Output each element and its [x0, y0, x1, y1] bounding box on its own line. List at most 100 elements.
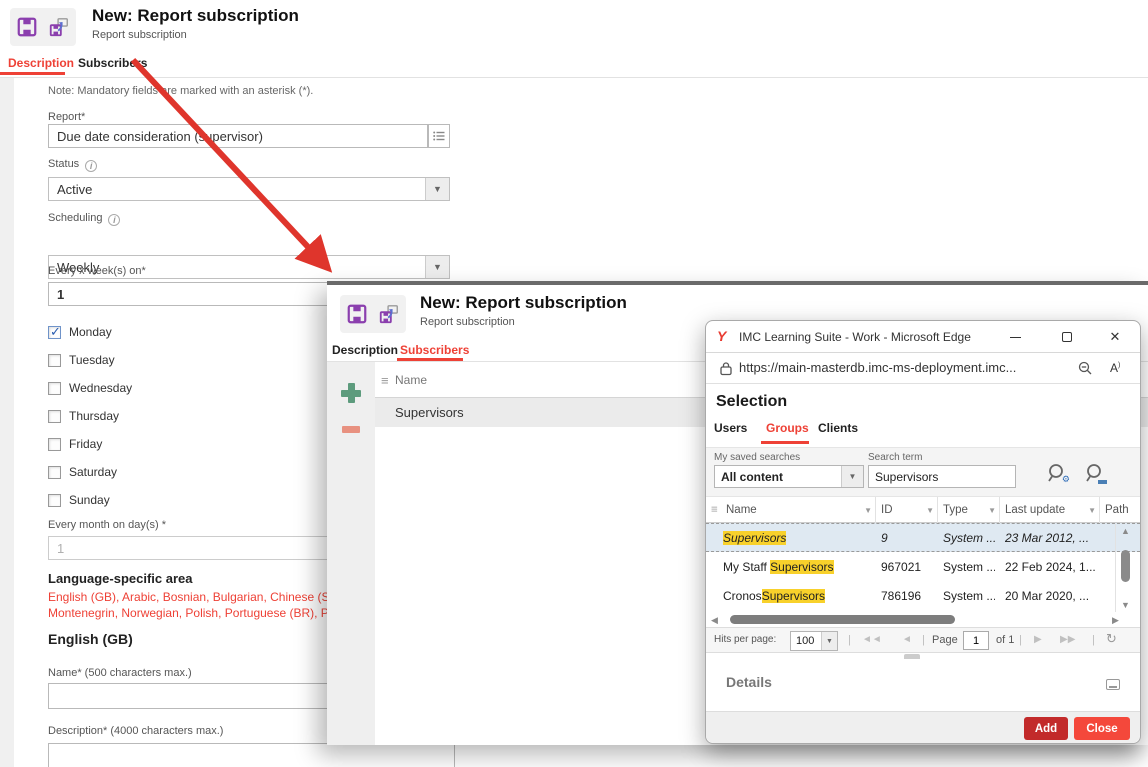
- search-panel: My saved searches All content ▼ Search t…: [706, 447, 1140, 497]
- column-type[interactable]: Type▼: [938, 497, 1000, 523]
- column-path[interactable]: Path: [1100, 497, 1140, 523]
- language-links-line2[interactable]: Montenegrin, Norwegian, Polish, Portugue…: [48, 606, 349, 620]
- report-picker-button[interactable]: [428, 124, 450, 148]
- column-id[interactable]: ID▼: [876, 497, 938, 523]
- first-page-button[interactable]: ◄◄: [862, 634, 882, 645]
- checkbox-thursday[interactable]: Thursday: [48, 408, 119, 424]
- scheduling-info-icon[interactable]: i: [108, 214, 120, 226]
- day-label: Wednesday: [69, 381, 132, 395]
- wednesday-checkbox[interactable]: [48, 382, 61, 395]
- report-input[interactable]: [48, 124, 428, 148]
- scroll-up-icon[interactable]: ▲: [1121, 526, 1130, 536]
- collapse-details-icon[interactable]: [1106, 679, 1120, 690]
- tab-groups[interactable]: Groups: [766, 421, 809, 435]
- previous-page-button[interactable]: ◄: [902, 634, 912, 645]
- save-button[interactable]: [346, 303, 368, 325]
- horizontal-scrollbar[interactable]: ◀ ▶: [706, 613, 1140, 627]
- next-page-button[interactable]: ▶: [1034, 634, 1042, 645]
- filter-icon[interactable]: ▼: [1088, 506, 1096, 515]
- table-header: ≡ Name▼ ID▼ Type▼ Last update▼ Path: [706, 497, 1140, 523]
- search-term-input[interactable]: [868, 465, 1016, 488]
- tab-subscribers[interactable]: Subscribers: [78, 56, 147, 70]
- scroll-left-icon[interactable]: ◀: [711, 615, 718, 626]
- address-bar[interactable]: https://main-masterdb.imc-ms-deployment.…: [706, 353, 1140, 384]
- chevron-down-icon[interactable]: ▼: [425, 256, 449, 278]
- separator: |: [1019, 634, 1022, 646]
- checkbox-monday[interactable]: Monday: [48, 324, 112, 340]
- scheduling-label: Schedulingi: [48, 212, 120, 226]
- screen: New: Report subscription Report subscrip…: [0, 0, 1148, 767]
- splitter-handle[interactable]: [904, 654, 920, 659]
- day-label: Saturday: [69, 465, 117, 479]
- checkbox-friday[interactable]: Friday: [48, 436, 102, 452]
- read-aloud-icon[interactable]: A): [1110, 361, 1120, 375]
- chevron-down-icon[interactable]: ▼: [425, 178, 449, 200]
- url-text[interactable]: https://main-masterdb.imc-ms-deployment.…: [739, 360, 1016, 375]
- tab-users[interactable]: Users: [714, 421, 747, 435]
- table-row[interactable]: Supervisors 9 System ... 23 Mar 2012, ..…: [706, 523, 1140, 552]
- friday-checkbox[interactable]: [48, 438, 61, 451]
- tab-subscribers[interactable]: Subscribers: [400, 343, 469, 357]
- description-textarea[interactable]: [48, 743, 455, 767]
- column-name[interactable]: Name▼: [721, 497, 876, 523]
- maximize-button[interactable]: [1058, 329, 1076, 345]
- last-page-button[interactable]: ▶▶: [1060, 634, 1075, 645]
- filter-icon[interactable]: ▼: [864, 506, 872, 515]
- chevron-down-icon[interactable]: ▼: [841, 466, 863, 487]
- hits-per-page-select[interactable]: 100 ▼: [790, 631, 838, 651]
- selection-heading: Selection: [716, 393, 787, 411]
- minimize-button[interactable]: [1006, 329, 1024, 345]
- status-select[interactable]: Active ▼: [48, 177, 450, 201]
- name-column-header[interactable]: Name: [395, 373, 427, 387]
- save-and-close-button[interactable]: [378, 303, 400, 325]
- column-last-update[interactable]: Last update▼: [1000, 497, 1100, 523]
- checkbox-wednesday[interactable]: Wednesday: [48, 380, 132, 396]
- status-info-icon[interactable]: i: [85, 160, 97, 172]
- header-action-bar: [340, 295, 406, 333]
- table-row[interactable]: CronosSupervisors 786196 System ... 20 M…: [706, 582, 1140, 611]
- remove-subscriber-icon[interactable]: [342, 426, 360, 433]
- filter-icon[interactable]: ▼: [988, 506, 996, 515]
- maximize-icon: [1062, 332, 1072, 342]
- add-subscriber-icon[interactable]: [341, 383, 361, 403]
- day-label: Tuesday: [69, 353, 115, 367]
- language-links-line1[interactable]: English (GB), Arabic, Bosnian, Bulgarian…: [48, 590, 349, 604]
- save-and-close-button[interactable]: [48, 16, 70, 38]
- scrollbar-thumb[interactable]: [1121, 550, 1130, 582]
- tab-clients[interactable]: Clients: [818, 421, 858, 435]
- page-number-input[interactable]: [963, 631, 989, 650]
- scrollbar-thumb[interactable]: [730, 615, 955, 624]
- saved-searches-select[interactable]: All content ▼: [714, 465, 864, 488]
- tab-description[interactable]: Description: [8, 56, 74, 70]
- scrollbar-track[interactable]: [726, 615, 1101, 625]
- add-button[interactable]: Add: [1024, 717, 1068, 740]
- sunday-checkbox[interactable]: [48, 494, 61, 507]
- scroll-right-icon[interactable]: ▶: [1112, 615, 1119, 626]
- search-settings-button[interactable]: ⚙: [1046, 462, 1070, 486]
- save-bar-icon: [1098, 480, 1107, 484]
- save-search-button[interactable]: [1084, 462, 1108, 486]
- tuesday-checkbox[interactable]: [48, 354, 61, 367]
- checkbox-tuesday[interactable]: Tuesday: [48, 352, 115, 368]
- scroll-down-icon[interactable]: ▼: [1121, 600, 1130, 610]
- monday-checkbox[interactable]: [48, 326, 61, 339]
- refresh-icon[interactable]: ↻: [1106, 631, 1117, 647]
- page-title: New: Report subscription: [420, 293, 627, 313]
- close-button[interactable]: Close: [1074, 717, 1130, 740]
- drag-handle-icon[interactable]: ≡: [381, 373, 389, 388]
- saturday-checkbox[interactable]: [48, 466, 61, 479]
- thursday-checkbox[interactable]: [48, 410, 61, 423]
- vertical-scrollbar[interactable]: ▲ ▼: [1115, 524, 1135, 612]
- filter-icon[interactable]: ▼: [926, 506, 934, 515]
- checkbox-sunday[interactable]: Sunday: [48, 492, 110, 508]
- table-row[interactable]: My Staff Supervisors 967021 System ... 2…: [706, 553, 1140, 582]
- language-area-heading: Language-specific area: [48, 571, 193, 586]
- chevron-down-icon[interactable]: ▼: [821, 632, 837, 650]
- zoom-out-icon[interactable]: [1078, 361, 1093, 376]
- drag-handle-icon[interactable]: ≡: [706, 497, 721, 523]
- save-button[interactable]: [16, 16, 38, 38]
- close-window-button[interactable]: ✕: [1106, 329, 1124, 345]
- tab-description[interactable]: Description: [332, 343, 398, 357]
- checkbox-saturday[interactable]: Saturday: [48, 464, 117, 480]
- window-titlebar[interactable]: Y IMC Learning Suite - Work - Microsoft …: [706, 321, 1140, 353]
